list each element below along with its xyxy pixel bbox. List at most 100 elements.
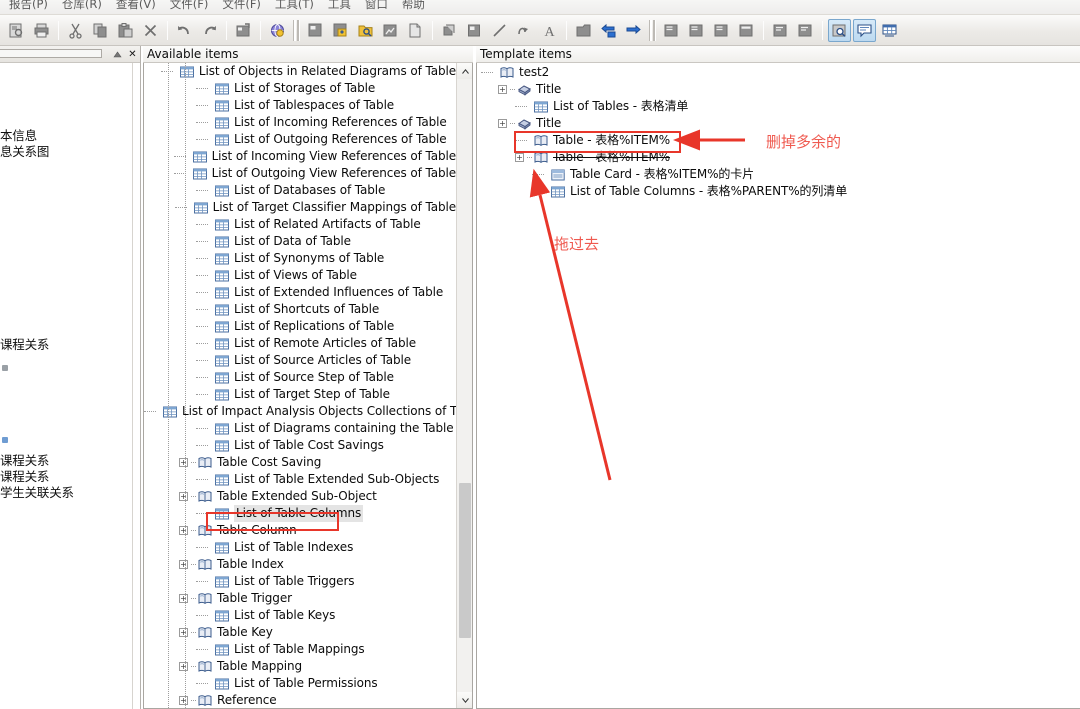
tree-row[interactable]: + Table Cost Saving — [144, 454, 456, 471]
tree-row[interactable]: List of Tables - 表格清单 — [477, 98, 1080, 115]
tree-row[interactable]: + Table Column — [144, 522, 456, 539]
tree-row[interactable]: List of Impact Analysis Objects Collecti… — [144, 403, 456, 420]
new-page-button[interactable] — [304, 19, 327, 42]
tree-row[interactable]: List of Extended Influences of Table — [144, 284, 456, 301]
tree-row[interactable]: List of Synonyms of Table — [144, 250, 456, 267]
tree-row[interactable]: test2 — [477, 64, 1080, 81]
link-back-button[interactable] — [597, 19, 620, 42]
tree-row[interactable]: + Reference — [144, 692, 456, 708]
delete-button[interactable] — [139, 19, 162, 42]
expand-toggle-icon[interactable]: + — [179, 526, 188, 535]
available-items-rows[interactable]: List of Objects in Related Diagrams of T… — [144, 63, 456, 708]
layout-a-button[interactable] — [660, 19, 683, 42]
tree-row[interactable]: + Table Trigger — [144, 590, 456, 607]
paste-button[interactable] — [114, 19, 137, 42]
tree-row[interactable]: List of Source Step of Table — [144, 369, 456, 386]
tree-row[interactable]: List of Diagrams containing the Table — [144, 420, 456, 437]
tree-row[interactable]: List of Incoming References of Table — [144, 114, 456, 131]
tree-row[interactable]: List of Table Mappings — [144, 641, 456, 658]
object-button[interactable] — [438, 19, 461, 42]
tree-row[interactable]: + Table Mapping — [144, 658, 456, 675]
menu-item-2[interactable]: 查看(V) — [109, 0, 163, 12]
redo-button[interactable] — [198, 19, 221, 42]
tree-row[interactable]: List of Table Keys — [144, 607, 456, 624]
expand-toggle-icon[interactable]: + — [179, 628, 188, 637]
available-items-tree[interactable]: List of Objects in Related Diagrams of T… — [143, 63, 473, 709]
toolbar-grip[interactable] — [293, 19, 300, 41]
toolbar-grip[interactable] — [649, 19, 656, 41]
expand-toggle-icon[interactable]: + — [179, 696, 188, 705]
menu-item-1[interactable]: 仓库(R) — [55, 0, 109, 12]
cut-button[interactable] — [64, 19, 87, 42]
tree-row[interactable]: List of Related Artifacts of Table — [144, 216, 456, 233]
preview-zoom-button[interactable] — [828, 18, 851, 42]
align-a-button[interactable] — [769, 19, 792, 42]
expand-toggle-icon[interactable]: + — [179, 594, 188, 603]
tree-row[interactable]: List of Table Permissions — [144, 675, 456, 692]
frame-button[interactable] — [463, 19, 486, 42]
menu-item-5[interactable]: 工具(T) — [268, 0, 321, 12]
tree-row[interactable]: List of Tablespaces of Table — [144, 97, 456, 114]
expand-toggle-icon[interactable]: + — [498, 119, 507, 128]
tree-row[interactable]: List of Table Indexes — [144, 539, 456, 556]
curve-button[interactable] — [513, 19, 536, 42]
expand-toggle-icon[interactable]: + — [179, 458, 188, 467]
tree-row[interactable]: List of Objects in Related Diagrams of T… — [144, 63, 456, 80]
tree-row[interactable]: List of Table Columns — [144, 505, 456, 522]
scroll-down-button[interactable] — [457, 692, 472, 708]
tree-row[interactable]: List of Databases of Table — [144, 182, 456, 199]
book-report-button[interactable] — [329, 19, 352, 42]
scroll-up-button[interactable] — [457, 63, 472, 79]
package-button[interactable] — [572, 19, 595, 42]
grid-table-button[interactable] — [878, 19, 901, 42]
tree-row[interactable]: List of Incoming View References of Tabl… — [144, 148, 456, 165]
tree-row[interactable]: List of Replications of Table — [144, 318, 456, 335]
image-frame-button[interactable] — [379, 19, 402, 42]
undo-button[interactable] — [173, 19, 196, 42]
tree-row[interactable]: + Table Extended Sub-Object — [144, 488, 456, 505]
text-button[interactable]: A — [538, 19, 561, 42]
align-b-button[interactable] — [794, 19, 817, 42]
expand-toggle-icon[interactable]: + — [498, 85, 507, 94]
close-button[interactable]: ✕ — [126, 48, 139, 61]
menu-item-6[interactable]: 工具 — [321, 0, 358, 12]
tree-row[interactable]: List of Views of Table — [144, 267, 456, 284]
restore-button[interactable] — [111, 48, 124, 61]
folder-search-button[interactable] — [354, 19, 377, 42]
template-items-tree[interactable]: test2 + Title List of Tables - 表格清单 + Title Ta… — [476, 63, 1080, 709]
comment-button[interactable] — [853, 18, 876, 42]
menu-item-3[interactable]: 文件(F) — [163, 0, 216, 12]
tree-row[interactable]: List of Table Triggers — [144, 573, 456, 590]
layout-d-button[interactable] — [735, 19, 758, 42]
tree-row[interactable]: List of Table Columns - 表格%PARENT%的列清单 — [477, 183, 1080, 200]
copy-button[interactable] — [89, 19, 112, 42]
scrollbar-thumb[interactable] — [459, 483, 471, 638]
print-preview-button[interactable] — [5, 19, 28, 42]
available-items-scrollbar[interactable] — [456, 63, 472, 708]
document-button[interactable] — [404, 19, 427, 42]
tree-row[interactable]: List of Data of Table — [144, 233, 456, 250]
menu-item-0[interactable]: 报告(P) — [2, 0, 55, 12]
tree-row[interactable]: List of Outgoing References of Table — [144, 131, 456, 148]
expand-toggle-icon[interactable]: + — [179, 662, 188, 671]
tree-row[interactable]: Table Card - 表格%ITEM%的卡片 — [477, 166, 1080, 183]
tree-row[interactable]: List of Shortcuts of Table — [144, 301, 456, 318]
line-button[interactable] — [488, 19, 511, 42]
globe-button[interactable] — [266, 19, 289, 42]
link-forward-button[interactable] — [622, 19, 645, 42]
tree-row[interactable]: List of Source Articles of Table — [144, 352, 456, 369]
tree-row[interactable]: List of Target Step of Table — [144, 386, 456, 403]
tree-row[interactable]: + Table Index — [144, 556, 456, 573]
tree-row[interactable]: List of Outgoing View References of Tabl… — [144, 165, 456, 182]
menu-item-8[interactable]: 帮助 — [395, 0, 432, 12]
print-button[interactable] — [30, 19, 53, 42]
layout-c-button[interactable] — [710, 19, 733, 42]
tree-row[interactable]: List of Storages of Table — [144, 80, 456, 97]
tree-row[interactable]: List of Table Extended Sub-Objects — [144, 471, 456, 488]
tree-row[interactable]: List of Target Classifier Mappings of Ta… — [144, 199, 456, 216]
tree-row[interactable]: + Title — [477, 115, 1080, 132]
tree-row[interactable]: List of Remote Articles of Table — [144, 335, 456, 352]
menu-item-4[interactable]: 文件(F) — [215, 0, 268, 12]
properties-button[interactable] — [232, 19, 255, 42]
layout-b-button[interactable] — [685, 19, 708, 42]
